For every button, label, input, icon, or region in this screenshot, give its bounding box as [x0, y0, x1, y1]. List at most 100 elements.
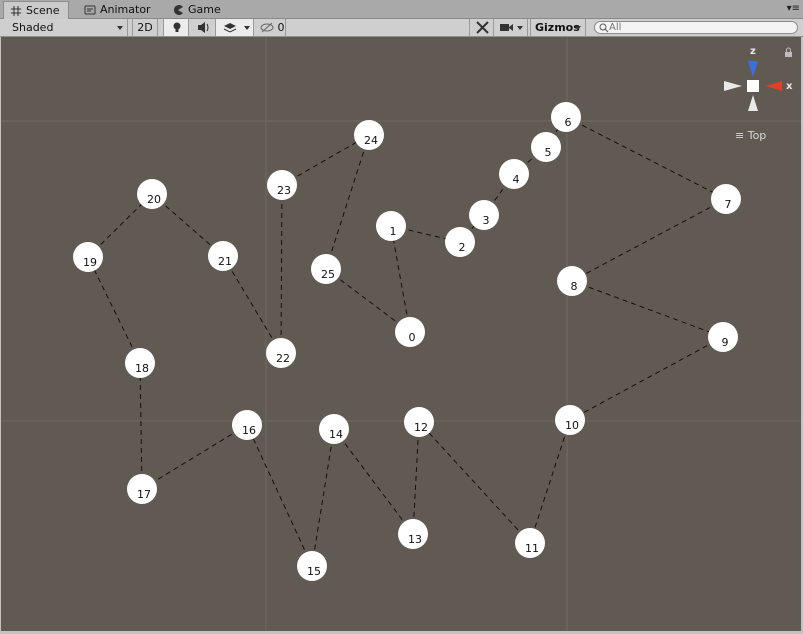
graph-node[interactable]: 16 [232, 410, 262, 440]
toggle-2d-button[interactable]: 2D [132, 19, 158, 36]
layers-icon [223, 23, 250, 33]
graph-node[interactable]: 22 [266, 338, 296, 368]
graph-edge [412, 421, 420, 535]
graph-node[interactable]: 19 [73, 242, 103, 272]
node-label: 7 [725, 198, 732, 211]
hidden-objects-toggle[interactable]: 0 [254, 19, 286, 36]
graph-node[interactable]: 9 [708, 322, 738, 352]
effects-dropdown[interactable] [216, 19, 254, 36]
graph-edge [141, 424, 248, 490]
graph-node[interactable]: 0 [395, 317, 425, 347]
node-label: 22 [276, 352, 290, 365]
graph-node[interactable]: 10 [555, 405, 585, 435]
node-label: 24 [364, 134, 378, 147]
graph-node[interactable]: 6 [551, 102, 581, 132]
x-axis-label: x [786, 81, 793, 92]
tab-scene[interactable]: Scene [3, 1, 69, 19]
graph-edge [571, 280, 724, 338]
graph-node[interactable]: 1 [376, 211, 406, 241]
graph-node[interactable]: 11 [515, 528, 545, 558]
graph-node[interactable]: 5 [531, 132, 561, 162]
node-label: 0 [409, 331, 416, 344]
tab-game[interactable]: Game [166, 2, 229, 18]
graph-edge [390, 225, 411, 333]
tab-label: Game [188, 3, 221, 16]
hidden-count: 0 [277, 21, 285, 34]
scene-canvas[interactable]: 0123456789101112131415161718192021222324… [1, 37, 801, 631]
graph-node[interactable]: 3 [469, 200, 499, 230]
graph-node[interactable]: 23 [267, 170, 297, 200]
node-label: 9 [722, 336, 729, 349]
graph-node[interactable]: 12 [404, 407, 434, 437]
graph-node[interactable]: 15 [297, 551, 327, 581]
view-label-text: Top [747, 129, 767, 142]
neg-z-axis-icon[interactable] [748, 95, 758, 111]
pacman-icon [174, 5, 183, 15]
graph-node[interactable]: 2 [445, 227, 475, 257]
z-axis-icon[interactable] [748, 61, 758, 77]
gizmo-center-cube[interactable] [747, 80, 759, 92]
camera-icon [500, 24, 513, 31]
lighting-toggle[interactable] [163, 19, 189, 36]
graph-node[interactable]: 4 [499, 159, 529, 189]
graph-node[interactable]: 24 [354, 120, 384, 150]
search-box[interactable] [594, 21, 798, 34]
shading-mode-dropdown[interactable]: Shaded [0, 19, 128, 36]
node-label: 2 [459, 241, 466, 254]
graph-node[interactable]: 13 [398, 519, 428, 549]
tools-icon [476, 21, 489, 34]
tab-label: Scene [26, 3, 60, 17]
lock-icon[interactable] [785, 47, 792, 57]
shading-mode-label: Shaded [12, 21, 54, 34]
neg-x-axis-icon[interactable] [724, 81, 742, 91]
graph-edge [311, 428, 335, 567]
animator-icon [84, 5, 96, 15]
graph-node[interactable]: 7 [711, 184, 741, 214]
node-label: 13 [408, 533, 422, 546]
graph-node[interactable]: 14 [319, 414, 349, 444]
graph-node[interactable]: 21 [208, 241, 238, 271]
graph-node[interactable]: 17 [127, 474, 157, 504]
audio-toggle[interactable] [189, 19, 216, 36]
tab-bar: Scene Animator Game ▾≡ [0, 0, 803, 19]
graph-edge [325, 134, 370, 270]
graph-edge [565, 116, 727, 200]
node-label: 18 [135, 362, 149, 375]
node-label: 11 [525, 542, 539, 555]
tools-button[interactable] [469, 19, 494, 36]
node-label: 3 [483, 214, 490, 227]
node-label: 25 [321, 268, 335, 281]
node-label: 10 [565, 419, 579, 432]
view-label[interactable]: ≡ Top [735, 129, 766, 142]
graph-edge [87, 256, 141, 364]
gizmos-dropdown[interactable]: Gizmos [530, 19, 586, 36]
search-input[interactable] [609, 21, 789, 34]
lightbulb-icon [173, 22, 181, 32]
node-label: 8 [571, 280, 578, 293]
graph-edge [281, 134, 370, 186]
graph-edge [139, 362, 143, 490]
graph-edge [333, 428, 414, 535]
camera-dropdown[interactable] [494, 19, 528, 36]
scene-view[interactable]: 0 1 2 3 4 5 6 7 8 9 10 11 12 13 14 15 16 17 18 19 20 21 22 23 24… [1, 37, 801, 631]
speaker-icon [198, 22, 209, 33]
graph-edge [529, 419, 571, 544]
node-label: 21 [218, 255, 232, 268]
graph-node[interactable]: 25 [311, 254, 341, 284]
node-label: 14 [329, 428, 343, 441]
toggle-2d-label: 2D [137, 21, 153, 34]
node-label: 1 [390, 225, 397, 238]
tab-animator[interactable]: Animator [78, 2, 159, 18]
graph-edge [280, 184, 283, 354]
graph-node[interactable]: 20 [137, 179, 167, 209]
graph-node[interactable]: 8 [557, 266, 587, 296]
graph-node[interactable]: 18 [125, 348, 155, 378]
graph-edge [569, 336, 724, 421]
orientation-gizmo[interactable]: z x [724, 46, 793, 111]
x-axis-icon[interactable] [766, 81, 782, 91]
grid-icon [11, 5, 21, 16]
node-label: 15 [307, 565, 321, 578]
graph-nodes: 0123456789101112131415161718192021222324… [73, 102, 741, 581]
tab-menu-icon[interactable]: ▾≡ [787, 3, 800, 14]
hamburger-icon: ≡ [735, 129, 745, 142]
